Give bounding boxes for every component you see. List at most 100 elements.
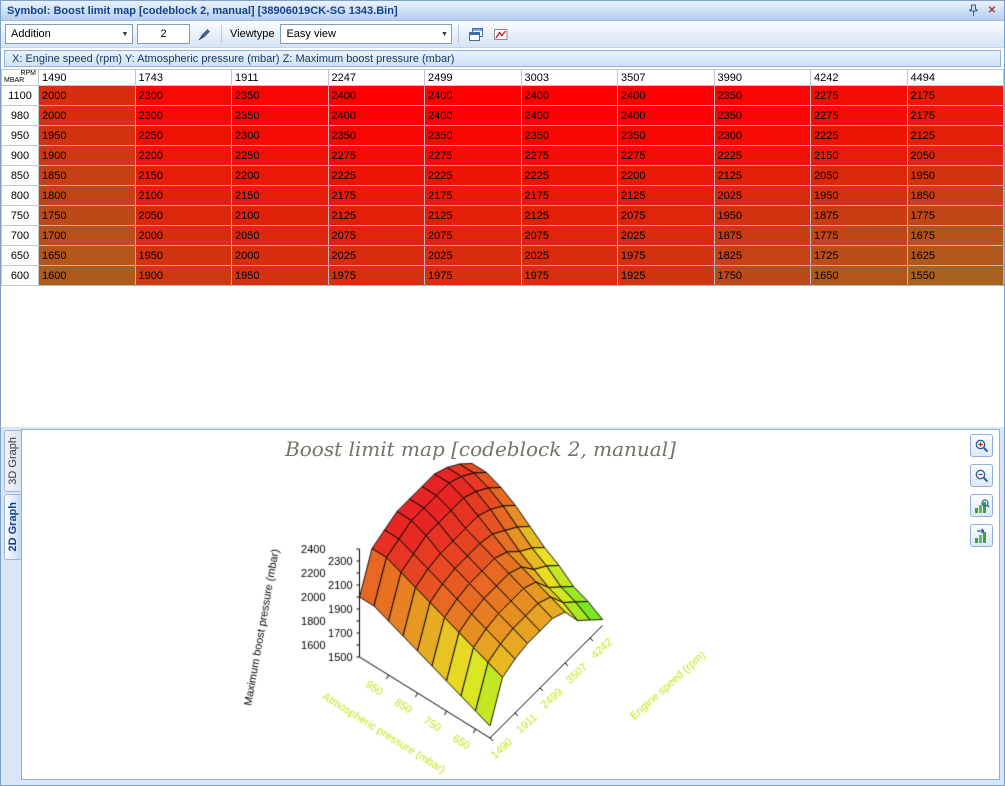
col-header[interactable]: 3003: [521, 70, 618, 86]
map-cell[interactable]: 2400: [328, 86, 425, 106]
map-cell[interactable]: 2200: [135, 146, 232, 166]
amount-input[interactable]: [137, 24, 190, 44]
map-cell[interactable]: 2250: [232, 146, 329, 166]
map-cell[interactable]: 2075: [521, 226, 618, 246]
map-cell[interactable]: 2400: [328, 106, 425, 126]
map-cell[interactable]: 1975: [425, 266, 522, 286]
map-cell[interactable]: 1650: [811, 266, 908, 286]
col-header[interactable]: 1490: [39, 70, 136, 86]
viewtype-select[interactable]: Easy view ▼: [280, 24, 452, 44]
map-cell[interactable]: 1600: [39, 266, 136, 286]
map-cell[interactable]: 2200: [232, 166, 329, 186]
map-cell[interactable]: 2050: [232, 226, 329, 246]
map-cell[interactable]: 2125: [521, 206, 618, 226]
row-header[interactable]: 1100: [2, 86, 39, 106]
map-cell[interactable]: 2175: [521, 186, 618, 206]
row-header[interactable]: 980: [2, 106, 39, 126]
zoom-in-button[interactable]: [970, 434, 993, 457]
map-cell[interactable]: 1950: [907, 166, 1004, 186]
row-header[interactable]: 650: [2, 246, 39, 266]
map-cell[interactable]: 2000: [39, 86, 136, 106]
map-cell[interactable]: 2175: [425, 186, 522, 206]
row-header[interactable]: 850: [2, 166, 39, 186]
map-cell[interactable]: 2000: [135, 226, 232, 246]
map-cell[interactable]: 2100: [232, 206, 329, 226]
row-header[interactable]: 900: [2, 146, 39, 166]
surface-plot-canvas[interactable]: [30, 460, 960, 780]
map-cell[interactable]: 2175: [907, 86, 1004, 106]
map-cell[interactable]: 2175: [907, 106, 1004, 126]
map-cell[interactable]: 2125: [618, 186, 715, 206]
map-cell[interactable]: 2300: [135, 86, 232, 106]
map-cell[interactable]: 2275: [328, 146, 425, 166]
map-cell[interactable]: 2225: [425, 166, 522, 186]
col-header[interactable]: 3990: [714, 70, 811, 86]
cascade-windows-button[interactable]: [465, 24, 486, 45]
map-cell[interactable]: 1950: [39, 126, 136, 146]
map-cell[interactable]: 2275: [425, 146, 522, 166]
col-header[interactable]: 2247: [328, 70, 425, 86]
map-cell[interactable]: 2000: [39, 106, 136, 126]
map-cell[interactable]: 2050: [811, 166, 908, 186]
map-cell[interactable]: 2275: [618, 146, 715, 166]
map-cell[interactable]: 1850: [907, 186, 1004, 206]
col-header[interactable]: 3507: [618, 70, 715, 86]
map-cell[interactable]: 1950: [232, 266, 329, 286]
map-cell[interactable]: 2100: [135, 186, 232, 206]
row-header[interactable]: 950: [2, 126, 39, 146]
col-header[interactable]: 4242: [811, 70, 908, 86]
map-cell[interactable]: 1825: [714, 246, 811, 266]
pin-button[interactable]: [965, 3, 981, 18]
map-cell[interactable]: 2275: [811, 86, 908, 106]
map-cell[interactable]: 2300: [232, 126, 329, 146]
map-cell[interactable]: 1950: [811, 186, 908, 206]
row-header[interactable]: 600: [2, 266, 39, 286]
map-cell[interactable]: 2350: [521, 126, 618, 146]
map-cell[interactable]: 2350: [328, 126, 425, 146]
apply-pen-button[interactable]: [194, 24, 215, 45]
map-cell[interactable]: 1975: [328, 266, 425, 286]
map-cell[interactable]: 2225: [714, 146, 811, 166]
map-cell[interactable]: 1650: [39, 246, 136, 266]
map-cell[interactable]: 2225: [328, 166, 425, 186]
map-cell[interactable]: 1875: [714, 226, 811, 246]
col-header[interactable]: 2499: [425, 70, 522, 86]
map-cell[interactable]: 2025: [618, 226, 715, 246]
map-cell[interactable]: 2400: [618, 106, 715, 126]
col-header[interactable]: 1911: [232, 70, 329, 86]
map-cell[interactable]: 2400: [521, 106, 618, 126]
map-cell[interactable]: 2025: [714, 186, 811, 206]
map-cell[interactable]: 2000: [232, 246, 329, 266]
row-header[interactable]: 750: [2, 206, 39, 226]
map-cell[interactable]: 2350: [618, 126, 715, 146]
map-cell[interactable]: 2300: [714, 126, 811, 146]
map-cell[interactable]: 2400: [425, 86, 522, 106]
map-cell[interactable]: 2050: [907, 146, 1004, 166]
zoom-selection-button[interactable]: [970, 494, 993, 517]
fit-view-button[interactable]: [970, 524, 993, 547]
operation-select[interactable]: Addition ▼: [5, 24, 133, 44]
map-cell[interactable]: 2350: [425, 126, 522, 146]
map-cell[interactable]: 2350: [714, 86, 811, 106]
map-cell[interactable]: 2050: [135, 206, 232, 226]
map-cell[interactable]: 2350: [232, 86, 329, 106]
map-cell[interactable]: 2350: [714, 106, 811, 126]
map-cell[interactable]: 2075: [618, 206, 715, 226]
map-cell[interactable]: 2275: [811, 106, 908, 126]
tab-3d-graph[interactable]: 3D Graph: [4, 430, 21, 492]
map-cell[interactable]: 1975: [618, 246, 715, 266]
map-cell[interactable]: 2175: [328, 186, 425, 206]
map-cell[interactable]: 2025: [328, 246, 425, 266]
map-cell[interactable]: 2075: [425, 226, 522, 246]
map-cell[interactable]: 1900: [39, 146, 136, 166]
map-cell[interactable]: 1625: [907, 246, 1004, 266]
map-cell[interactable]: 2025: [521, 246, 618, 266]
map-cell[interactable]: 2150: [811, 146, 908, 166]
map-cell[interactable]: 1775: [907, 206, 1004, 226]
map-cell[interactable]: 1875: [811, 206, 908, 226]
zoom-out-button[interactable]: [970, 464, 993, 487]
row-header[interactable]: 700: [2, 226, 39, 246]
map-cell[interactable]: 2225: [521, 166, 618, 186]
map-cell[interactable]: 1900: [135, 266, 232, 286]
map-cell[interactable]: 1750: [714, 266, 811, 286]
